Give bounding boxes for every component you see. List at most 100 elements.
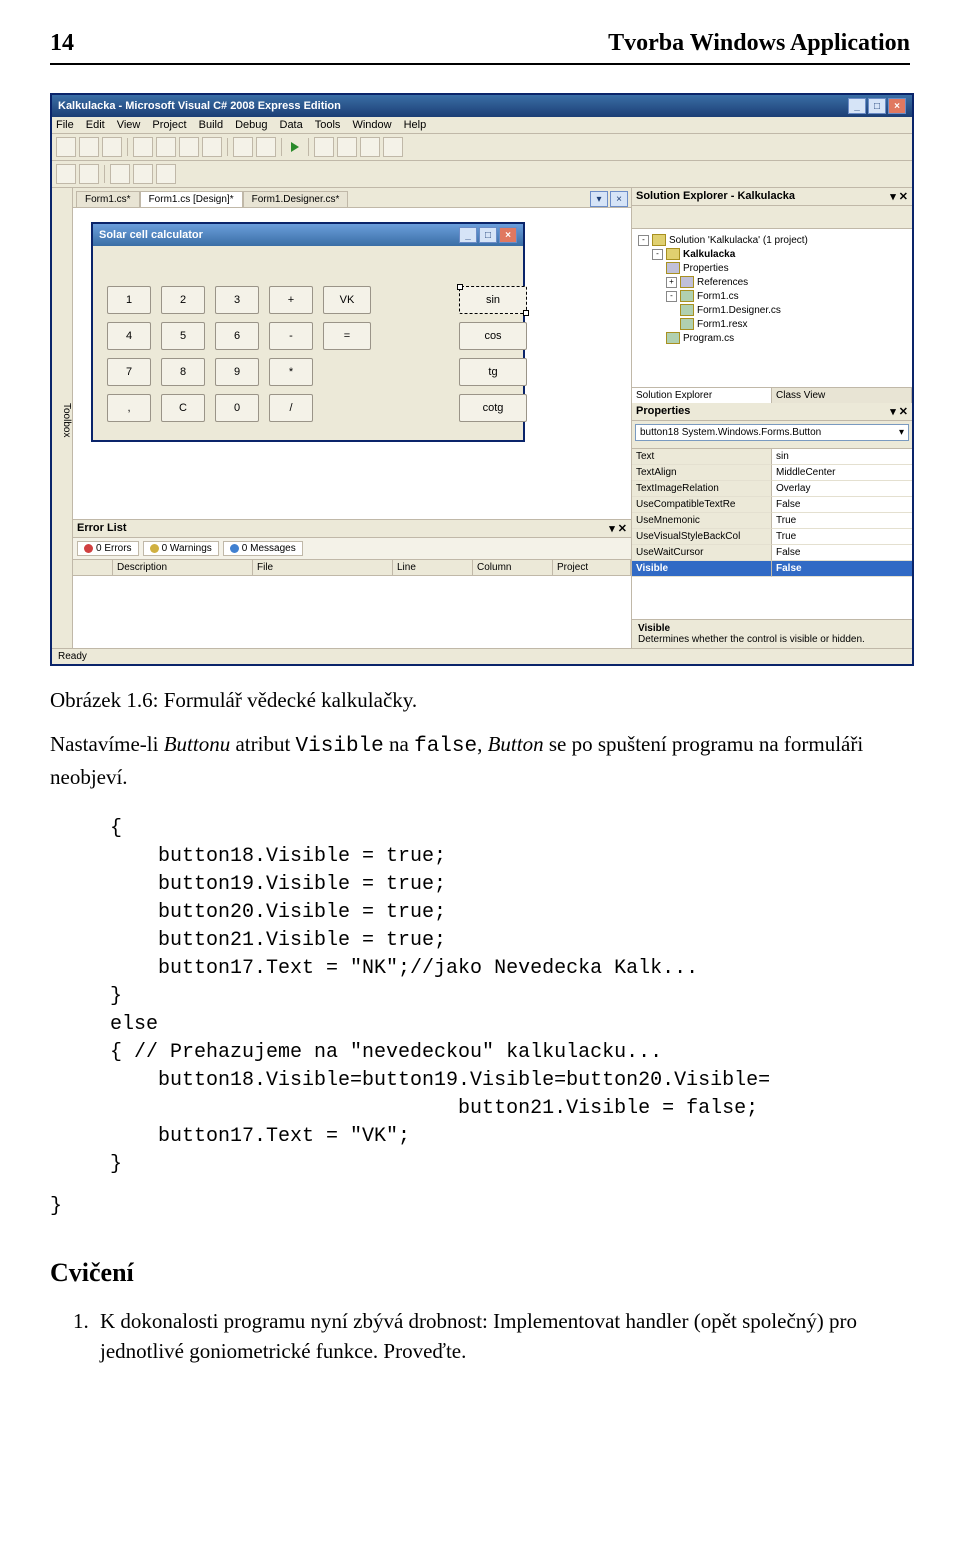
close-icon[interactable]: ×: [499, 227, 517, 243]
solution-explorer-header: Solution Explorer - Kalkulacka▾ ✕: [632, 188, 912, 206]
tree-node[interactable]: Form1.resx: [697, 319, 748, 330]
toolbar-button[interactable]: [79, 137, 99, 157]
tree-node[interactable]: Kalkulacka: [683, 249, 735, 260]
menu-build[interactable]: Build: [199, 119, 223, 131]
toolbar-button[interactable]: [256, 137, 276, 157]
menu-project[interactable]: Project: [152, 119, 186, 131]
maximize-icon[interactable]: □: [868, 98, 886, 114]
toolbar-button[interactable]: [133, 164, 153, 184]
run-icon[interactable]: [291, 142, 299, 152]
calc-button[interactable]: 9: [215, 358, 259, 386]
tree-node[interactable]: Solution 'Kalkulacka' (1 project): [669, 235, 808, 246]
warnings-filter[interactable]: 0 Warnings: [143, 541, 219, 556]
toolbar-button[interactable]: [156, 164, 176, 184]
app-title: Kalkulacka - Microsoft Visual C# 2008 Ex…: [58, 100, 341, 112]
exercise-list: K dokonalosti programu nyní zbývá drobno…: [50, 1306, 910, 1367]
toolbar-button[interactable]: [337, 137, 357, 157]
menu-debug[interactable]: Debug: [235, 119, 267, 131]
tree-node[interactable]: Program.cs: [683, 333, 734, 344]
toolbar-button[interactable]: [654, 209, 670, 225]
designer-surface[interactable]: Solar cell calculator _ □ × 1 2: [73, 208, 631, 519]
toolbar-button[interactable]: [636, 209, 652, 225]
menu-view[interactable]: View: [117, 119, 141, 131]
minimize-icon[interactable]: _: [848, 98, 866, 114]
toolbar-button[interactable]: [672, 209, 688, 225]
menu-tools[interactable]: Tools: [315, 119, 341, 131]
running-header: 14 Tvorba Windows Application: [50, 30, 910, 65]
menu-window[interactable]: Window: [352, 119, 391, 131]
code-block: { button18.Visible = true; button19.Visi…: [110, 815, 910, 1179]
designer-form[interactable]: Solar cell calculator _ □ × 1 2: [91, 222, 525, 442]
calc-button[interactable]: +: [269, 286, 313, 314]
toolbar-button[interactable]: [79, 164, 99, 184]
toolbar-button[interactable]: [360, 137, 380, 157]
status-bar: Ready: [52, 648, 912, 664]
tab-form1-design[interactable]: Form1.cs [Design]*: [140, 191, 243, 207]
calc-button[interactable]: /: [269, 394, 313, 422]
toolbar-button[interactable]: [383, 137, 403, 157]
error-list-panel: Error List ▾ ✕ 0 Errors 0 Warnings 0 Mes…: [73, 519, 631, 648]
calc-button[interactable]: 0: [215, 394, 259, 422]
close-icon[interactable]: ×: [888, 98, 906, 114]
calc-button-eq[interactable]: =: [323, 322, 371, 350]
toolbar-button[interactable]: [690, 209, 706, 225]
calc-button[interactable]: 6: [215, 322, 259, 350]
toolbar-button[interactable]: [156, 137, 176, 157]
calc-button[interactable]: 3: [215, 286, 259, 314]
toolbar-button[interactable]: [56, 164, 76, 184]
calc-button-cotg[interactable]: cotg: [459, 394, 527, 422]
calc-button-sin[interactable]: sin: [459, 286, 527, 314]
toolbar-button[interactable]: [233, 137, 253, 157]
app-titlebar: Kalkulacka - Microsoft Visual C# 2008 Ex…: [52, 95, 912, 117]
messages-filter[interactable]: 0 Messages: [223, 541, 303, 556]
tab-close-icon[interactable]: ×: [610, 191, 628, 207]
properties-object-combo[interactable]: button18 System.Windows.Forms.Button▾: [635, 424, 909, 441]
solution-tree[interactable]: -Solution 'Kalkulacka' (1 project) -Kalk…: [632, 229, 912, 387]
calc-button[interactable]: 7: [107, 358, 151, 386]
toolbar-secondary: [52, 161, 912, 188]
toolbar-button[interactable]: [56, 137, 76, 157]
tab-form1-designer-cs[interactable]: Form1.Designer.cs*: [243, 191, 349, 207]
menu-data[interactable]: Data: [280, 119, 303, 131]
tab-form1-cs[interactable]: Form1.cs*: [76, 191, 140, 207]
calc-button-clear[interactable]: C: [161, 394, 205, 422]
toolbar-button[interactable]: [179, 137, 199, 157]
form-titlebar: Solar cell calculator _ □ ×: [93, 224, 523, 246]
tree-node[interactable]: Form1.cs: [697, 291, 739, 302]
solution-explorer-tab[interactable]: Solution Explorer: [632, 388, 772, 403]
property-grid[interactable]: Textsin TextAlignMiddleCenter TextImageR…: [632, 449, 912, 619]
errors-filter[interactable]: 0 Errors: [77, 541, 139, 556]
toolbar-button[interactable]: [314, 137, 334, 157]
calc-button[interactable]: 1: [107, 286, 151, 314]
calc-button-tg[interactable]: tg: [459, 358, 527, 386]
menubar: File Edit View Project Build Debug Data …: [52, 117, 912, 134]
calc-button[interactable]: 5: [161, 322, 205, 350]
calc-button[interactable]: ,: [107, 394, 151, 422]
calc-button[interactable]: *: [269, 358, 313, 386]
minimize-icon[interactable]: _: [459, 227, 477, 243]
figure-caption: Obrázek 1.6: Formulář vědecké kalkulačky…: [50, 688, 910, 713]
tab-dropdown-icon[interactable]: ▾: [590, 191, 608, 207]
calc-button-vk[interactable]: VK: [323, 286, 371, 314]
toolbox-tab[interactable]: Toolbox: [52, 188, 73, 648]
error-list-title: Error List: [77, 522, 127, 535]
tree-node[interactable]: Form1.Designer.cs: [697, 305, 781, 316]
solution-explorer-toolbar: [632, 206, 912, 229]
toolbar-button[interactable]: [102, 137, 122, 157]
maximize-icon[interactable]: □: [479, 227, 497, 243]
tree-node[interactable]: Properties: [683, 263, 729, 274]
calc-button[interactable]: 2: [161, 286, 205, 314]
menu-help[interactable]: Help: [404, 119, 427, 131]
toolbar-button[interactable]: [202, 137, 222, 157]
calc-button-cos[interactable]: cos: [459, 322, 527, 350]
class-view-tab[interactable]: Class View: [772, 388, 912, 403]
calc-button[interactable]: 8: [161, 358, 205, 386]
form-title: Solar cell calculator: [99, 229, 203, 241]
tree-node[interactable]: References: [697, 277, 748, 288]
menu-file[interactable]: File: [56, 119, 74, 131]
toolbar-button[interactable]: [110, 164, 130, 184]
calc-button[interactable]: 4: [107, 322, 151, 350]
toolbar-button[interactable]: [133, 137, 153, 157]
menu-edit[interactable]: Edit: [86, 119, 105, 131]
calc-button[interactable]: -: [269, 322, 313, 350]
